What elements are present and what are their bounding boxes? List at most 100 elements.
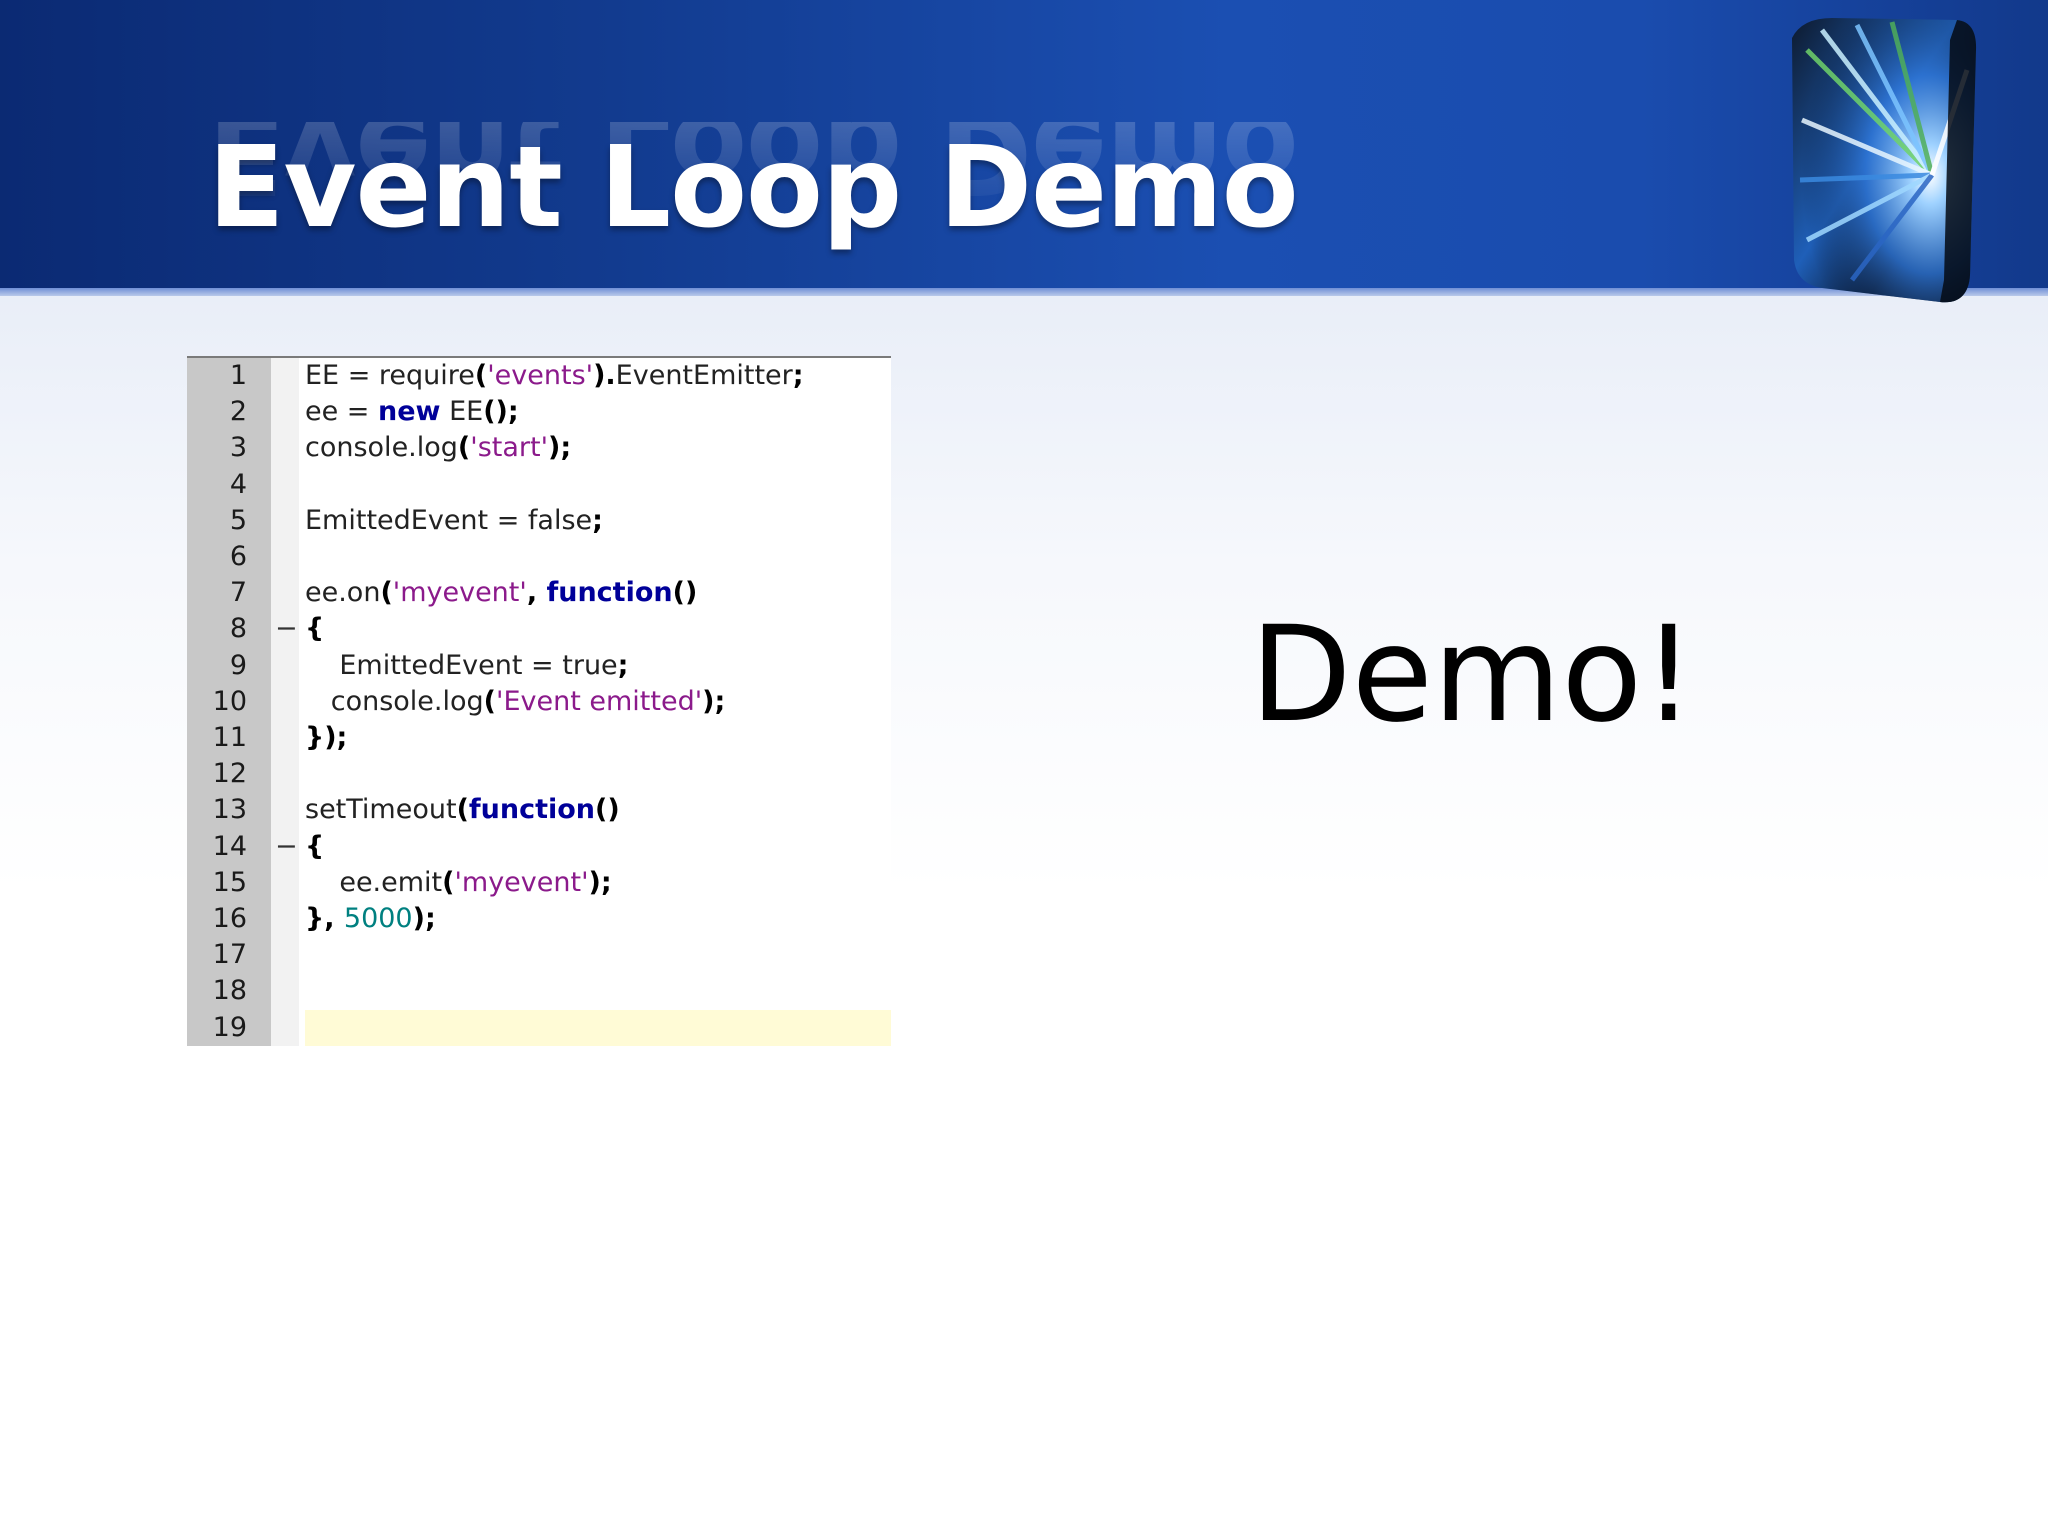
code-text: console.log('start'); [305,430,891,466]
code-token: 'events' [487,360,594,391]
code-line: 14−{ [187,829,891,865]
line-number: 19 [212,1011,247,1043]
line-number: 9 [229,649,247,681]
code-token: ee.on [305,577,381,609]
line-number: 15 [212,866,247,898]
line-number: 7 [229,577,247,609]
code-token: console.log [305,432,458,464]
line-number: 12 [212,758,247,790]
code-token: (); [483,396,519,428]
code-line: 16 }, 5000); [187,901,891,937]
code-token: function [546,577,673,609]
code-token: }, [305,903,344,934]
code-line: 4 [187,467,891,503]
code-token: EE [440,396,484,428]
code-text: EE = require('events').EventEmitter; [305,358,891,394]
code-token: () [672,577,698,609]
light-burst-cube-icon [1792,18,1977,303]
code-line: 6 [187,539,891,575]
code-line: 3 console.log('start'); [187,430,891,466]
line-number: 5 [229,504,247,536]
code-token: ( [380,577,393,609]
code-token: ); [702,685,726,717]
code-line: 15 ee.emit('myevent'); [187,865,891,901]
code-line: 2 ee = new EE(); [187,394,891,430]
code-text: ee = new EE(); [305,394,891,430]
code-line: 9 EmittedEvent = true; [187,648,891,684]
code-line: 13 setTimeout(function() [187,792,891,828]
code-token: 'start' [470,432,548,464]
code-token: ( [483,685,497,717]
code-token: EE = require [305,360,475,391]
code-token: ee.emit [305,866,443,898]
code-token: 'myevent' [454,866,589,898]
code-token: ( [474,360,488,391]
line-number: 6 [229,541,247,572]
code-token: 5000 [343,903,413,934]
line-number: 10 [212,685,247,717]
code-token: { [305,613,325,645]
line-number: 17 [212,939,247,971]
line-number: 2 [229,396,247,428]
code-token: ); [548,432,572,464]
demo-label: Demo! [1250,598,1696,752]
line-number: 8 [229,613,247,645]
line-number: 14 [212,830,247,862]
code-line: 1 EE = require('events').EventEmitter; [187,358,891,394]
code-line: 19 [187,1009,891,1046]
code-text: { [305,829,891,865]
line-number: 1 [229,360,247,391]
line-number: 11 [212,722,247,753]
code-text: }); [305,720,891,756]
code-line: 17 [187,937,891,973]
line-number: 13 [212,794,247,826]
code-token: ee = [305,396,379,428]
code-text: ee.emit('myevent'); [305,865,891,901]
code-token: ); [588,866,612,898]
code-token: EmittedEvent = true [305,649,618,681]
code-line: 10 console.log('Event emitted'); [187,684,891,720]
code-token: function [468,794,596,826]
slide-title-reflection: Event Loop Demo [208,122,1298,217]
code-line: 12 [187,756,891,792]
fold-marker-icon[interactable]: − [275,829,298,865]
code-line: 7 ee.on('myevent', function() [187,575,891,611]
line-number: 4 [229,468,247,500]
code-token: EmittedEvent = false [305,504,593,536]
code-token: ; [792,360,804,391]
fold-marker-icon[interactable]: − [275,611,298,647]
code-line: 11}); [187,720,891,756]
code-token: () [595,794,620,826]
code-line: 5 EmittedEvent = false; [187,503,891,539]
code-token: ( [457,432,471,464]
code-token: 'Event emitted' [496,685,703,717]
code-text: }, 5000); [305,901,891,937]
code-token: ( [456,794,469,826]
code-line: 8−{ [187,611,891,647]
line-number: 16 [212,903,247,934]
code-text: console.log('Event emitted'); [305,684,891,720]
line-number: 18 [212,975,247,1007]
code-line: 18 [187,973,891,1009]
slide: Event Loop Demo Event Loop Demo 1 EE = r… [0,0,2048,1536]
code-editor-screenshot: 1 EE = require('events').EventEmitter; 2 ee… [187,356,891,1046]
line-number: 3 [229,432,247,464]
code-text: { [305,611,891,647]
code-text: ee.on('myevent', function() [305,575,891,611]
code-text: setTimeout(function() [305,792,891,828]
code-token: ). [593,360,616,391]
code-token: { [305,830,325,862]
code-text: EmittedEvent = true; [305,648,891,684]
code-token: ; [592,504,603,536]
code-token: 'myevent' [392,577,527,609]
code-token: , [526,577,547,609]
code-text [305,1009,891,1046]
code-token: setTimeout [305,794,457,826]
code-token: }); [305,722,348,753]
code-token: ( [442,866,455,898]
code-token: EventEmitter [615,360,793,391]
